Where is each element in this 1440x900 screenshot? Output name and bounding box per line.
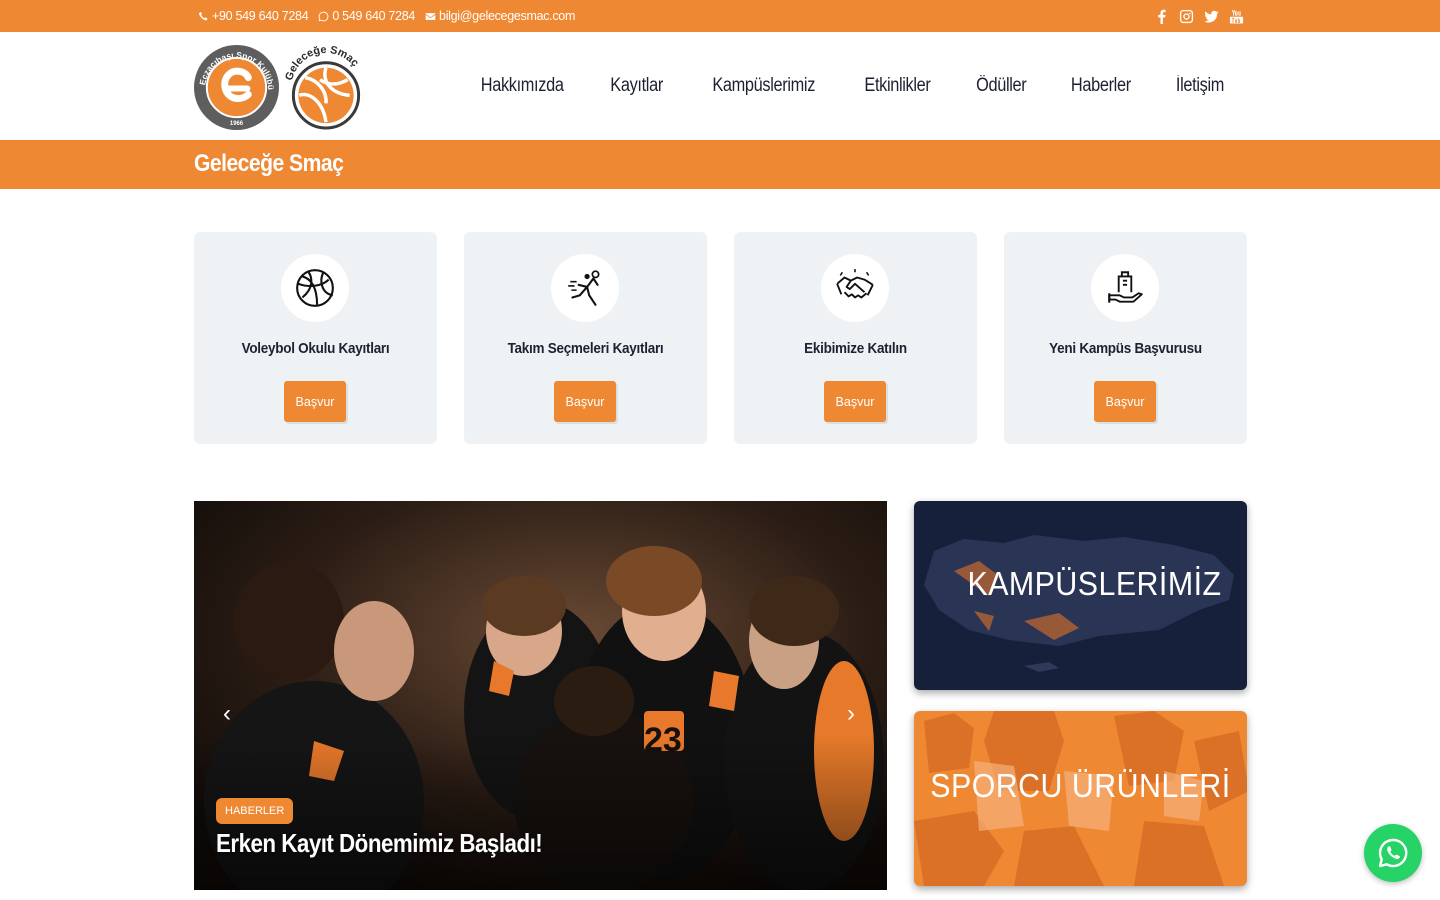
card-title: Takım Seçmeleri Kayıtları	[507, 340, 664, 357]
slider-prev-button[interactable]: ‹	[223, 700, 231, 728]
card-title: Ekibimize Katılın	[804, 340, 907, 357]
svg-text:1966: 1966	[230, 121, 244, 127]
handshake-icon	[836, 269, 874, 299]
products-promo-title: SPORCU ÜRÜNLERİ	[930, 767, 1231, 804]
phone-icon	[198, 11, 208, 20]
campuses-promo-title: KAMPÜSLERİMİZ	[967, 565, 1222, 602]
card-join-team: Ekibimize Katılın Başvur	[734, 232, 977, 444]
card-icon-circle	[821, 254, 889, 322]
main-nav: Hakkımızda Kayıtlar Kampüslerimiz Etkinl…	[474, 68, 1228, 104]
twitter-icon[interactable]	[1204, 9, 1219, 24]
nav-item-campuses[interactable]: Kampüslerimiz	[712, 75, 815, 97]
email-text: bilgi@gelecegesmac.com	[439, 9, 576, 23]
campuses-promo-tile[interactable]: KAMPÜSLERİMİZ	[914, 501, 1247, 690]
instagram-icon[interactable]	[1179, 9, 1194, 24]
phone-text: +90 549 640 7284	[212, 9, 309, 23]
whatsapp-text: 0 549 640 7284	[332, 9, 416, 23]
card-title: Voleybol Okulu Kayıtları	[241, 340, 390, 357]
campus-building-icon	[1108, 271, 1143, 303]
apply-button[interactable]: Başvur	[554, 381, 616, 422]
nav-item-contact[interactable]: İletişim	[1176, 75, 1224, 97]
apply-button[interactable]: Başvur	[284, 381, 346, 422]
card-team-tryouts: Takım Seçmeleri Kayıtları Başvur	[464, 232, 707, 444]
apply-button[interactable]: Başvur	[824, 381, 886, 422]
whatsapp-link[interactable]: 0 549 640 7284	[318, 9, 415, 23]
club-logo[interactable]: Eczacıbaşı Spor Kulübü 1966	[193, 44, 280, 131]
page-title-band: Geleceğe Smaç	[0, 140, 1440, 189]
slide-title[interactable]: Erken Kayıt Dönemimiz Başladı!	[216, 828, 543, 859]
card-title: Yeni Kampüs Başvurusu	[1049, 340, 1202, 357]
card-icon-circle	[281, 254, 349, 322]
card-icon-circle	[1091, 254, 1159, 322]
top-contact-bar: +90 549 640 7284 0 549 640 7284 bilgi@ge…	[0, 0, 1440, 32]
volleyball-icon	[296, 269, 334, 307]
phone-link[interactable]: +90 549 640 7284	[198, 9, 309, 23]
player-spike-icon	[568, 270, 600, 306]
card-new-campus: Yeni Kampüs Başvurusu Başvur	[1004, 232, 1247, 444]
contact-info: +90 549 640 7284 0 549 640 7284 bilgi@ge…	[198, 0, 575, 32]
card-icon-circle	[551, 254, 619, 322]
page-title: Geleceğe Smaç	[194, 150, 344, 177]
youtube-icon[interactable]	[1229, 9, 1244, 24]
card-volleyball-school: Voleybol Okulu Kayıtları Başvur	[194, 232, 437, 444]
news-category-badge[interactable]: HABERLER	[216, 798, 294, 824]
nav-item-about[interactable]: Hakkımızda	[481, 75, 564, 97]
whatsapp-icon	[1378, 838, 1408, 868]
apply-button[interactable]: Başvur	[1094, 381, 1156, 422]
envelope-icon	[425, 12, 436, 20]
nav-item-events[interactable]: Etkinlikler	[864, 75, 930, 97]
slider-next-button[interactable]: ›	[847, 700, 855, 728]
nav-item-registrations[interactable]: Kayıtlar	[611, 75, 664, 97]
nav-item-awards[interactable]: Ödüller	[976, 75, 1027, 97]
products-promo-tile[interactable]: SPORCU ÜRÜNLERİ	[914, 711, 1247, 886]
email-link[interactable]: bilgi@gelecegesmac.com	[425, 9, 575, 23]
facebook-icon[interactable]	[1154, 9, 1169, 24]
whatsapp-small-icon	[319, 11, 329, 21]
social-links	[1154, 0, 1244, 32]
whatsapp-chat-button[interactable]	[1364, 824, 1422, 882]
nav-item-news[interactable]: Haberler	[1071, 75, 1131, 97]
program-logo[interactable]: Geleceğe Smaç	[285, 44, 367, 131]
